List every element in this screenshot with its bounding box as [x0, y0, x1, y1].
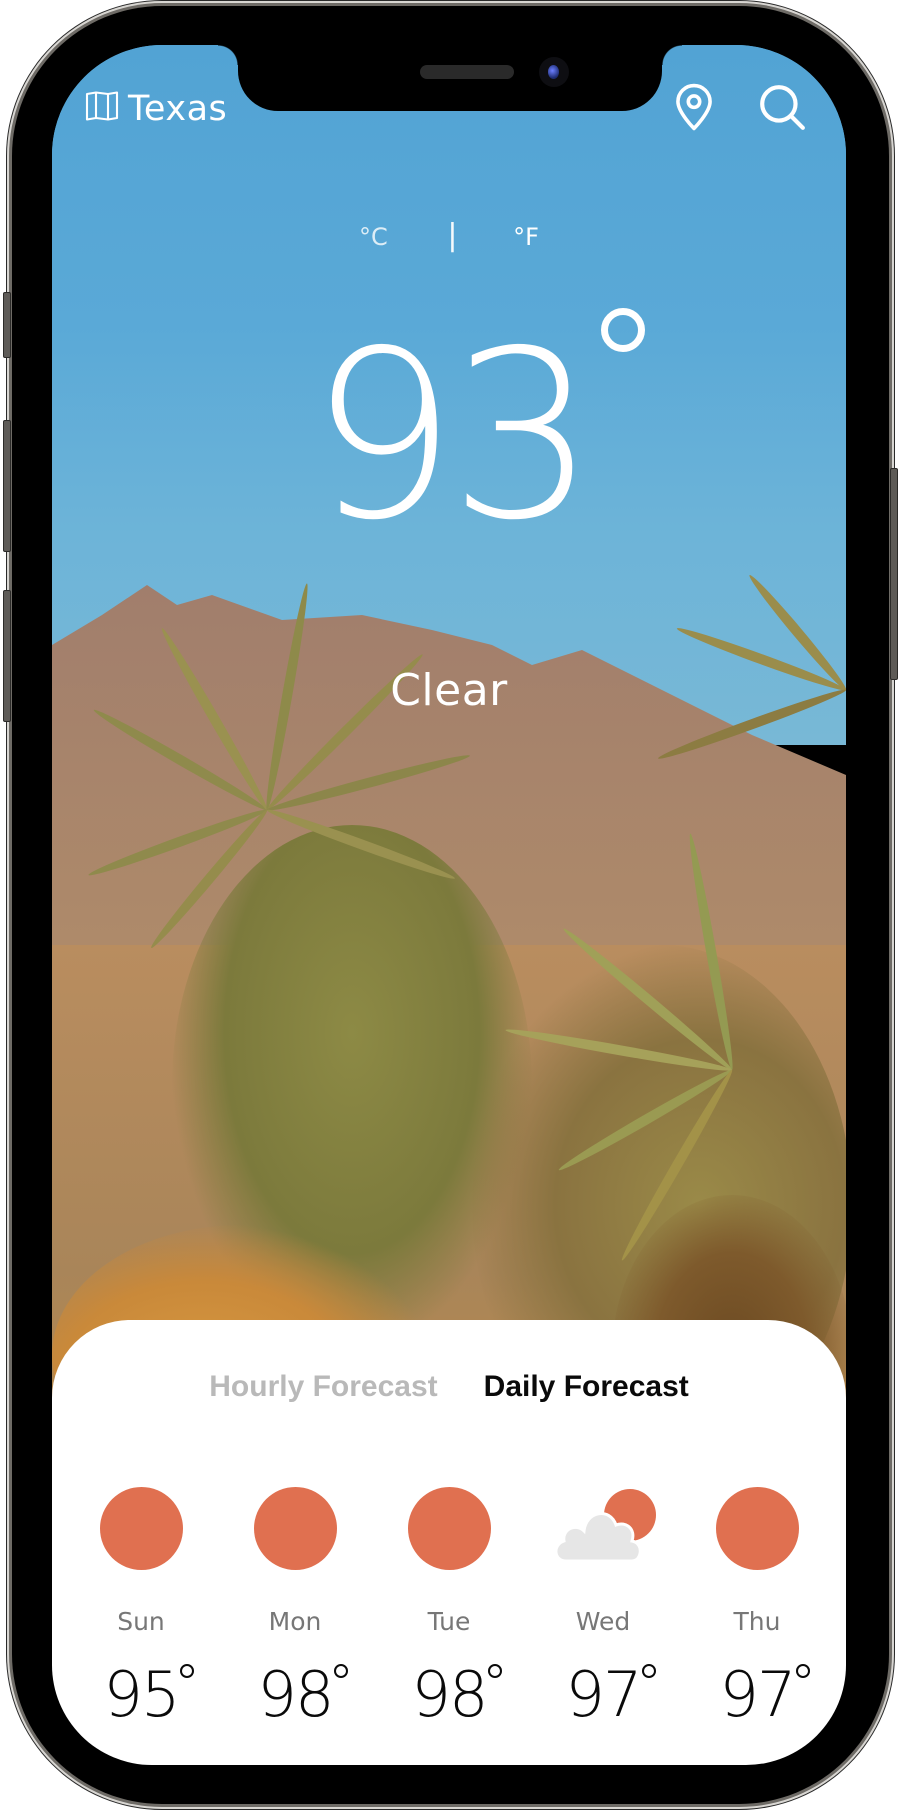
fahrenheit-option[interactable]: °F: [513, 223, 539, 251]
map-pin-icon: [672, 82, 716, 137]
tab-hourly-forecast[interactable]: Hourly Forecast: [209, 1370, 437, 1404]
header: Texas: [52, 80, 846, 140]
forecast-day[interactable]: Wed 97: [533, 1485, 673, 1731]
sun-icon: [86, 1485, 196, 1571]
location-pin-button[interactable]: [669, 82, 719, 137]
temperature-number: 93: [309, 301, 596, 571]
forecast-card: Hourly Forecast Daily Forecast Sun 95 Mo…: [52, 1320, 846, 1765]
volume-down-button: [3, 590, 11, 722]
search-button[interactable]: [757, 84, 807, 134]
day-temperature: 97: [566, 1658, 657, 1731]
forecast-day[interactable]: Sun 95: [71, 1485, 211, 1731]
volume-up-button: [3, 420, 11, 552]
day-name: Mon: [268, 1607, 322, 1636]
temperature-value: 93: [309, 308, 645, 552]
day-name: Wed: [575, 1607, 631, 1636]
partly-cloudy-icon: [548, 1485, 658, 1571]
degree-symbol: [600, 308, 645, 352]
forecast-day[interactable]: Tue 98: [379, 1485, 519, 1731]
sun-icon: [240, 1485, 350, 1571]
day-temperature: 98: [412, 1658, 503, 1731]
forecast-day[interactable]: Thu 97: [687, 1485, 827, 1731]
tab-daily-forecast[interactable]: Daily Forecast: [484, 1370, 689, 1404]
search-icon: [757, 82, 807, 137]
location-selector[interactable]: Texas: [84, 88, 227, 129]
day-temperature: 95: [104, 1658, 195, 1731]
silent-switch: [3, 292, 11, 358]
day-temperature: 97: [720, 1658, 811, 1731]
current-temperature: 93: [52, 308, 846, 552]
celsius-option[interactable]: °C: [359, 223, 388, 251]
sun-icon: [394, 1485, 504, 1571]
day-name: Sun: [117, 1607, 165, 1636]
daily-forecast-list: Sun 95 Mon 98 Tue 98 Wed 97 Thu 97: [52, 1485, 846, 1731]
unit-separator: |: [447, 218, 458, 253]
speaker: [420, 65, 514, 79]
power-button: [890, 468, 898, 680]
day-name: Tue: [427, 1607, 471, 1636]
day-name: Thu: [733, 1607, 781, 1636]
weather-condition: Clear: [390, 665, 508, 716]
map-icon: [84, 88, 120, 129]
unit-toggle: °C | °F: [52, 218, 846, 253]
forecast-tabs: Hourly Forecast Daily Forecast: [52, 1370, 846, 1404]
day-temperature: 98: [258, 1658, 349, 1731]
sun-icon: [702, 1485, 812, 1571]
forecast-day[interactable]: Mon 98: [225, 1485, 365, 1731]
location-name: Texas: [128, 88, 228, 129]
